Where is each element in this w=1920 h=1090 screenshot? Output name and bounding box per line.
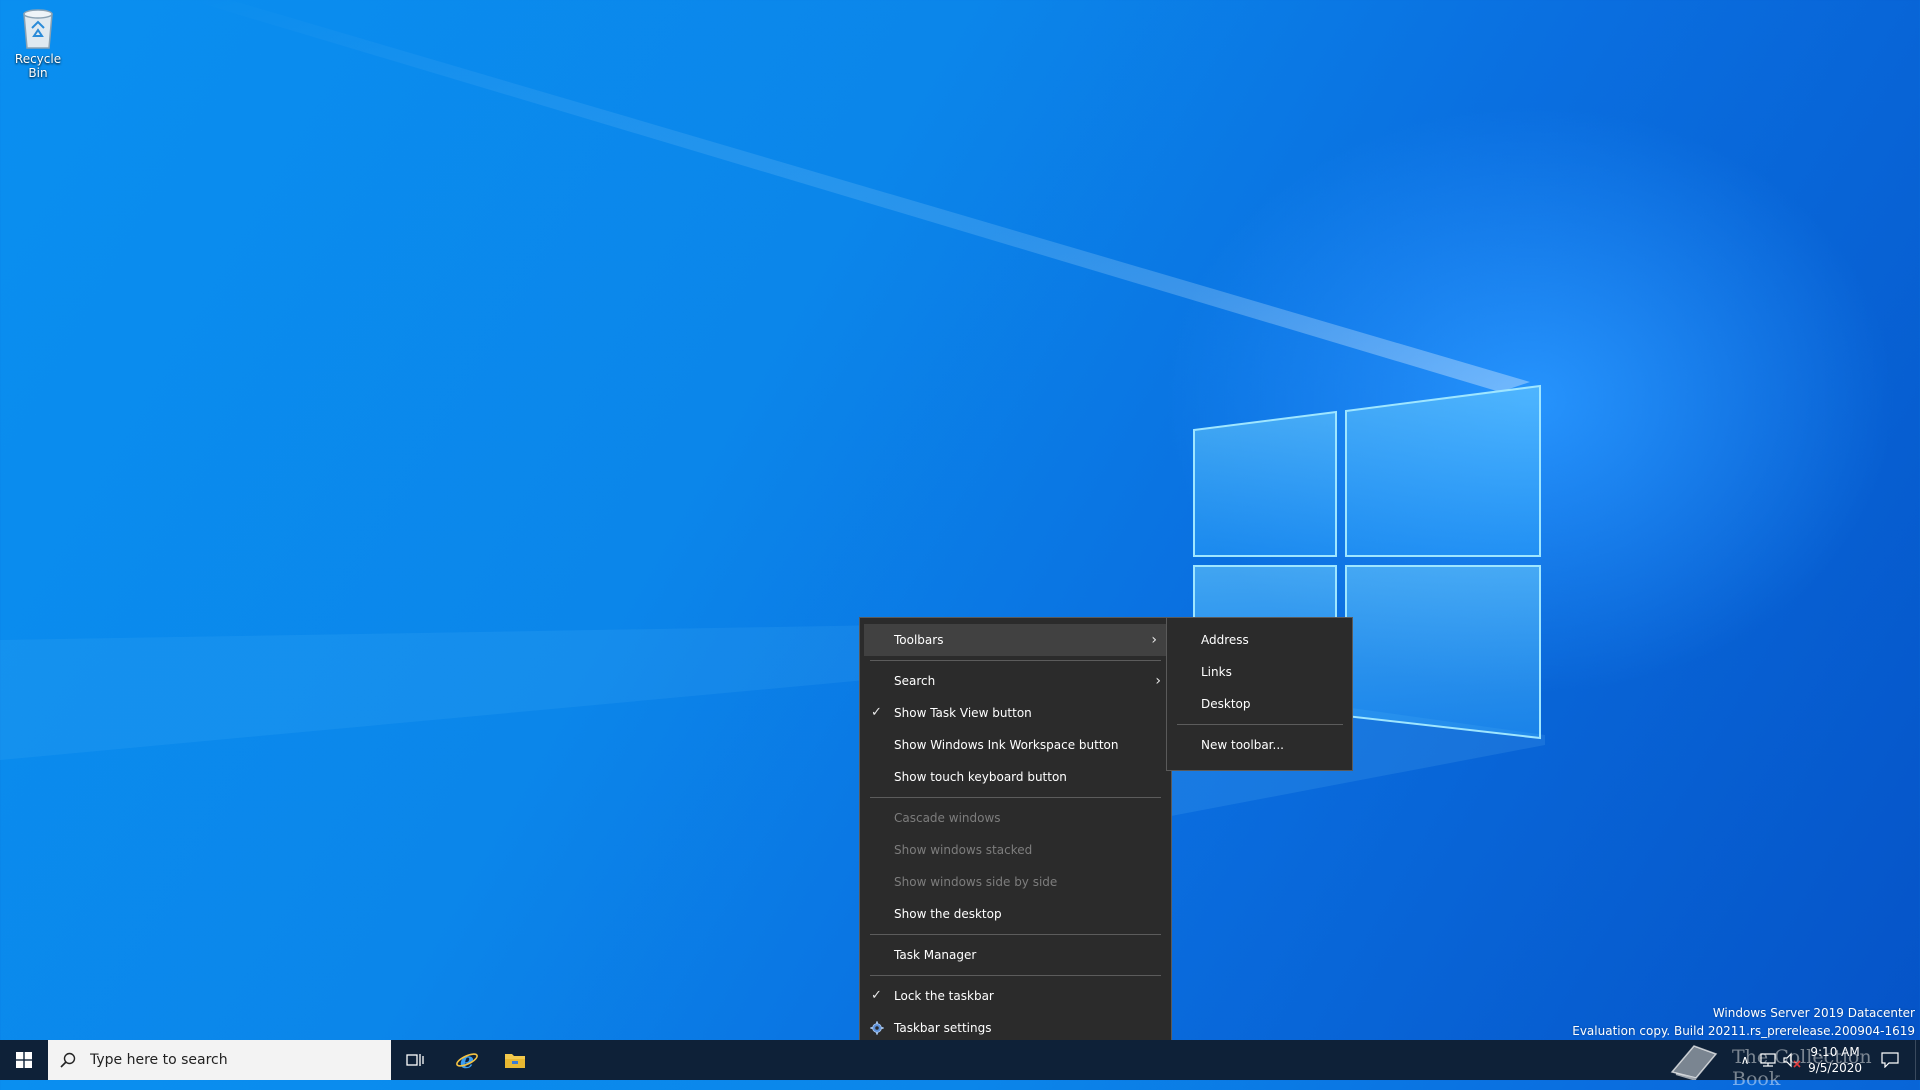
- checkmark-icon: ✓: [871, 988, 882, 1003]
- search-input[interactable]: [90, 1052, 370, 1068]
- menu-separator: [870, 797, 1161, 798]
- menu-item-show-task-view-button[interactable]: ✓ Show Task View button: [860, 697, 1171, 729]
- menu-item-label: Desktop: [1201, 697, 1251, 711]
- file-explorer-button[interactable]: [491, 1040, 539, 1080]
- chevron-right-icon: ›: [1155, 673, 1161, 689]
- menu-item-label: Toolbars: [894, 633, 944, 647]
- menu-item-label: Show windows side by side: [894, 875, 1058, 889]
- svg-text:e: e: [460, 1048, 474, 1072]
- menu-item-show-windows-side-by-side: Show windows side by side: [860, 866, 1171, 898]
- checkmark-icon: ✓: [871, 705, 882, 720]
- book-logo-icon: [1670, 1045, 1718, 1080]
- watermark: The Collection Book: [1668, 1042, 1908, 1090]
- menu-item-label: Show Windows Ink Workspace button: [894, 738, 1119, 752]
- desktop-icon-label: Recycle Bin: [14, 52, 62, 80]
- menu-item-label: New toolbar...: [1201, 738, 1284, 752]
- taskbar-context-menu: Toolbars › Search › ✓ Show Task View but…: [859, 617, 1172, 1053]
- os-edition-text: Windows Server 2019 Datacenter: [1712, 1006, 1915, 1020]
- chevron-right-icon: ›: [1151, 632, 1157, 648]
- menu-item-label: Links: [1201, 665, 1232, 679]
- menu-item-label: Show Task View button: [894, 706, 1032, 720]
- menu-item-label: Lock the taskbar: [894, 989, 994, 1003]
- menu-item-label: Show the desktop: [894, 907, 1002, 921]
- menu-item-lock-the-taskbar[interactable]: ✓ Lock the taskbar: [860, 980, 1171, 1012]
- desktop-icon-recycle-bin[interactable]: Recycle Bin: [4, 6, 72, 80]
- submenu-item-desktop[interactable]: Desktop: [1167, 688, 1352, 720]
- menu-item-label: Show windows stacked: [894, 843, 1033, 857]
- menu-item-label: Address: [1201, 633, 1249, 647]
- menu-item-label: Show touch keyboard button: [894, 770, 1067, 784]
- start-button[interactable]: [0, 1040, 48, 1080]
- toolbars-submenu: Address Links Desktop New toolbar...: [1166, 617, 1353, 771]
- menu-separator: [870, 660, 1161, 661]
- menu-separator: [1177, 724, 1343, 725]
- menu-item-label: Search: [894, 674, 936, 688]
- os-build-text: Evaluation copy. Build 20211.rs_prerelea…: [1572, 1024, 1915, 1038]
- menu-item-show-windows-stacked: Show windows stacked: [860, 834, 1171, 866]
- submenu-item-address[interactable]: Address: [1167, 624, 1352, 656]
- menu-item-label: Task Manager: [894, 948, 977, 962]
- taskbar: e ∧ 9:10 AM 9/5/2020: [0, 1040, 1920, 1080]
- gear-icon: [870, 1021, 884, 1035]
- taskbar-search-box[interactable]: [48, 1040, 391, 1080]
- search-icon: [60, 1052, 76, 1068]
- show-desktop-button[interactable]: [1915, 1040, 1920, 1080]
- task-view-button[interactable]: [391, 1040, 439, 1080]
- menu-separator: [870, 934, 1161, 935]
- task-view-icon: [406, 1054, 424, 1066]
- menu-item-search[interactable]: Search ›: [860, 665, 1171, 697]
- file-explorer-icon: [505, 1054, 525, 1068]
- menu-item-show-the-desktop[interactable]: Show the desktop: [860, 898, 1171, 930]
- menu-item-cascade-windows: Cascade windows: [860, 802, 1171, 834]
- watermark-text: The Collection Book: [1732, 1046, 1872, 1090]
- internet-explorer-icon: e: [456, 1048, 478, 1072]
- submenu-item-links[interactable]: Links: [1167, 656, 1352, 688]
- windows-start-icon: [16, 1052, 32, 1068]
- menu-separator: [870, 975, 1161, 976]
- menu-item-label: Taskbar settings: [894, 1021, 992, 1035]
- menu-item-task-manager[interactable]: Task Manager: [860, 939, 1171, 971]
- menu-item-toolbars[interactable]: Toolbars ›: [864, 624, 1167, 656]
- menu-item-show-touch-keyboard-button[interactable]: Show touch keyboard button: [860, 761, 1171, 793]
- internet-explorer-button[interactable]: e: [443, 1040, 491, 1080]
- menu-item-show-ink-workspace-button[interactable]: Show Windows Ink Workspace button: [860, 729, 1171, 761]
- submenu-item-new-toolbar[interactable]: New toolbar...: [1167, 729, 1352, 761]
- menu-item-label: Cascade windows: [894, 811, 1001, 825]
- recycle-bin-icon: [18, 6, 58, 50]
